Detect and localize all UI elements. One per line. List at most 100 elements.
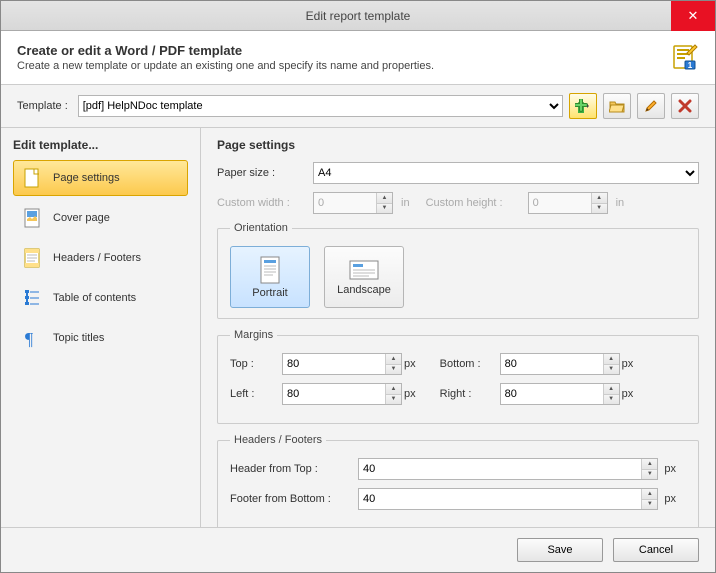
edit-report-template-dialog: Edit report template ✕ Create or edit a … [0, 0, 716, 573]
spin-up-icon: ▲ [591, 193, 607, 204]
spin-down-icon[interactable]: ▼ [641, 470, 657, 480]
spin-buttons[interactable]: ▲▼ [641, 489, 657, 509]
plus-icon [575, 99, 591, 113]
spin-buttons: ▲▼ [591, 193, 607, 213]
delete-template-button[interactable] [671, 93, 699, 119]
sidebar-item-topic-titles[interactable]: ¶ Topic titles [13, 320, 188, 356]
orientation-portrait-button[interactable]: Portrait [230, 246, 310, 308]
edit-name-button[interactable] [637, 93, 665, 119]
template-select[interactable]: [pdf] HelpNDoc template [78, 95, 563, 117]
spin-buttons[interactable]: ▲▼ [603, 384, 619, 404]
sidebar-item-toc[interactable]: Table of contents [13, 280, 188, 316]
header-from-top-label: Header from Top : [230, 463, 358, 475]
margin-right-spin[interactable]: ▲▼ [500, 383, 620, 405]
margins-legend: Margins [230, 329, 277, 341]
custom-width-label: Custom width : [217, 197, 307, 209]
landscape-icon [349, 259, 379, 281]
margin-right-label: Right : [440, 388, 500, 400]
spin-down-icon[interactable]: ▼ [385, 395, 401, 405]
header-from-top-input[interactable] [358, 458, 658, 480]
sidebar-item-label: Cover page [53, 212, 110, 224]
custom-height-label: Custom height : [426, 197, 522, 209]
folder-open-icon [609, 99, 625, 113]
paper-size-row: Paper size : A4 [217, 162, 699, 184]
unit-px: px [664, 463, 676, 475]
orientation-legend: Orientation [230, 222, 292, 234]
header-from-top-spin[interactable]: ▲▼ [358, 458, 658, 480]
margin-bottom-input[interactable] [500, 353, 620, 375]
new-template-button[interactable] [569, 93, 597, 119]
spin-buttons[interactable]: ▲▼ [641, 459, 657, 479]
spin-up-icon[interactable]: ▲ [641, 489, 657, 500]
custom-width-spin: ▲▼ [313, 192, 393, 214]
header-title: Create or edit a Word / PDF template [17, 43, 663, 58]
sidebar-item-label: Topic titles [53, 332, 104, 344]
main-area: Edit template... Page settings Cover pag… [1, 128, 715, 527]
svg-text:1: 1 [688, 61, 693, 70]
toc-icon [21, 287, 43, 309]
cancel-button[interactable]: Cancel [613, 538, 699, 562]
spin-buttons: ▲▼ [376, 193, 392, 213]
margin-bottom-spin[interactable]: ▲▼ [500, 353, 620, 375]
open-template-button[interactable] [603, 93, 631, 119]
sidebar-item-label: Page settings [53, 172, 120, 184]
spin-down-icon[interactable]: ▼ [603, 395, 619, 405]
spin-up-icon[interactable]: ▲ [385, 354, 401, 365]
sidebar-item-label: Table of contents [53, 292, 136, 304]
spin-up-icon[interactable]: ▲ [641, 459, 657, 470]
template-label: Template : [17, 100, 68, 112]
cover-page-icon [21, 207, 43, 229]
dialog-footer: Save Cancel [1, 527, 715, 572]
hf-legend: Headers / Footers [230, 434, 326, 446]
spin-down-icon: ▼ [591, 204, 607, 214]
orientation-landscape-button[interactable]: Landscape [324, 246, 404, 308]
spin-buttons[interactable]: ▲▼ [385, 384, 401, 404]
spin-down-icon: ▼ [376, 204, 392, 214]
paper-size-label: Paper size : [217, 167, 307, 179]
window-title: Edit report template [306, 9, 411, 23]
spin-up-icon: ▲ [376, 193, 392, 204]
margin-right-input[interactable] [500, 383, 620, 405]
footer-from-bottom-input[interactable] [358, 488, 658, 510]
sidebar-item-cover-page[interactable]: Cover page [13, 200, 188, 236]
save-button[interactable]: Save [517, 538, 603, 562]
unit-px: px [622, 388, 634, 400]
spin-down-icon[interactable]: ▼ [641, 500, 657, 510]
margin-top-spin[interactable]: ▲▼ [282, 353, 402, 375]
spin-buttons[interactable]: ▲▼ [603, 354, 619, 374]
landscape-label: Landscape [337, 284, 391, 296]
spin-up-icon[interactable]: ▲ [603, 384, 619, 395]
unit-in: in [616, 197, 625, 209]
footer-from-bottom-label: Footer from Bottom : [230, 493, 358, 505]
spin-down-icon[interactable]: ▼ [385, 365, 401, 375]
spin-down-icon[interactable]: ▼ [603, 365, 619, 375]
unit-in: in [401, 197, 410, 209]
unit-px: px [404, 358, 416, 370]
margins-group: Margins Top : ▲▼ px Bottom : ▲▼ px [217, 329, 699, 424]
spin-buttons[interactable]: ▲▼ [385, 354, 401, 374]
spin-up-icon[interactable]: ▲ [603, 354, 619, 365]
close-button[interactable]: ✕ [671, 1, 715, 31]
sidebar: Edit template... Page settings Cover pag… [1, 128, 201, 527]
sidebar-item-page-settings[interactable]: Page settings [13, 160, 188, 196]
margin-left-input[interactable] [282, 383, 402, 405]
portrait-label: Portrait [252, 287, 287, 299]
sidebar-item-label: Headers / Footers [53, 252, 141, 264]
page-icon [21, 167, 43, 189]
titlebar: Edit report template ✕ [1, 1, 715, 31]
dialog-header: Create or edit a Word / PDF template Cre… [1, 31, 715, 85]
pencil-icon [644, 99, 658, 113]
sidebar-title: Edit template... [13, 138, 188, 152]
footer-from-bottom-spin[interactable]: ▲▼ [358, 488, 658, 510]
margin-left-spin[interactable]: ▲▼ [282, 383, 402, 405]
edit-template-icon: 1 [671, 43, 699, 71]
margin-top-input[interactable] [282, 353, 402, 375]
sidebar-item-headers-footers[interactable]: Headers / Footers [13, 240, 188, 276]
paper-size-select[interactable]: A4 [313, 162, 699, 184]
margin-left-label: Left : [230, 388, 282, 400]
custom-size-row: Custom width : ▲▼ in Custom height : ▲▼ … [217, 192, 699, 214]
svg-text:¶: ¶ [25, 329, 33, 349]
unit-px: px [622, 358, 634, 370]
header-text: Create or edit a Word / PDF template Cre… [17, 43, 663, 72]
spin-up-icon[interactable]: ▲ [385, 384, 401, 395]
